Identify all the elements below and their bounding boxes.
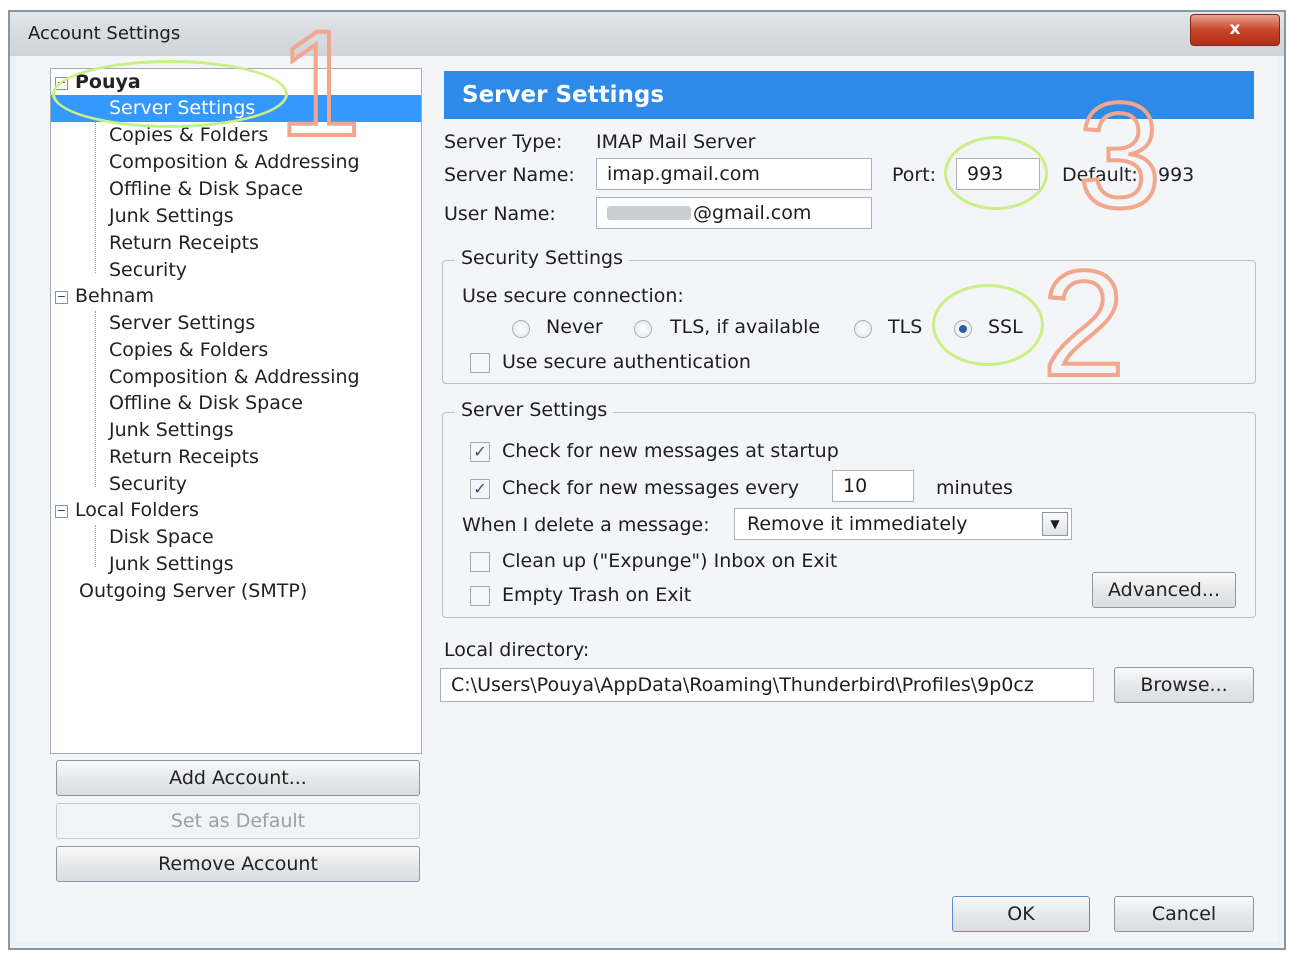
title-bar: Account Settings x (10, 12, 1284, 56)
port-label: Port: (892, 164, 937, 186)
user-name-domain: @gmail.com (693, 202, 812, 224)
tree-account-local-folders[interactable]: Local Folders (75, 497, 199, 524)
server-name-label: Server Name: (444, 164, 575, 186)
tree-item-behnam-receipts[interactable]: Return Receipts (109, 444, 259, 471)
secure-connection-label: Use secure connection: (462, 285, 684, 307)
highlight-circle-server-settings (52, 60, 288, 128)
radio-never-label[interactable]: Never (546, 316, 603, 338)
expander-local-folders-icon[interactable]: − (55, 505, 68, 518)
tree-guide-line (95, 311, 96, 487)
delete-message-label: When I delete a message: (462, 514, 710, 536)
delete-action-select[interactable]: Remove it immediately ▼ (734, 508, 1072, 540)
minutes-label: minutes (936, 477, 1013, 499)
delete-action-value: Remove it immediately (747, 513, 968, 535)
account-tree[interactable]: − Pouya Server Settings Copies & Folders… (50, 68, 422, 754)
radio-tls-if-available[interactable] (634, 320, 652, 338)
advanced-button[interactable]: Advanced... (1092, 572, 1236, 608)
expander-behnam-icon[interactable]: − (55, 291, 68, 304)
user-name-label: User Name: (444, 203, 556, 225)
close-button[interactable]: x (1190, 14, 1280, 46)
highlight-circle-ssl (932, 284, 1044, 366)
tree-item-behnam-server-settings[interactable]: Server Settings (109, 310, 255, 337)
tree-account-behnam[interactable]: Behnam (75, 283, 154, 310)
tree-item-pouya-security[interactable]: Security (109, 257, 187, 284)
expunge-label[interactable]: Clean up ("Expunge") Inbox on Exit (502, 550, 837, 572)
cancel-button[interactable]: Cancel (1114, 896, 1254, 932)
local-directory-label: Local directory: (444, 639, 590, 661)
default-port-value: 993 (1158, 164, 1195, 186)
secure-auth-checkbox[interactable] (470, 353, 490, 373)
empty-trash-checkbox[interactable] (470, 586, 490, 606)
tree-item-pouya-junk[interactable]: Junk Settings (109, 203, 234, 230)
user-name-blurred-part (607, 206, 691, 220)
local-directory-input[interactable]: C:\Users\Pouya\AppData\Roaming\Thunderbi… (440, 668, 1094, 702)
highlight-circle-port (944, 136, 1048, 210)
browse-button[interactable]: Browse... (1114, 667, 1254, 703)
secure-auth-label[interactable]: Use secure authentication (502, 351, 751, 373)
tree-item-behnam-junk[interactable]: Junk Settings (109, 417, 234, 444)
window-title: Account Settings (28, 23, 181, 44)
tree-item-pouya-offline[interactable]: Offline & Disk Space (109, 176, 303, 203)
expunge-checkbox[interactable] (470, 552, 490, 572)
tree-item-behnam-composition[interactable]: Composition & Addressing (109, 364, 360, 391)
check-every-label[interactable]: Check for new messages every (502, 477, 799, 499)
ok-button[interactable]: OK (952, 896, 1090, 932)
tree-item-behnam-copies-folders[interactable]: Copies & Folders (109, 337, 268, 364)
user-name-input[interactable]: @gmail.com (596, 197, 872, 229)
check-startup-checkbox[interactable]: ✓ (470, 442, 490, 462)
radio-tls-if-available-label[interactable]: TLS, if available (670, 316, 820, 338)
server-type-label: Server Type: (444, 131, 563, 153)
remove-account-button[interactable]: Remove Account (56, 846, 420, 882)
server-name-input[interactable]: imap.gmail.com (596, 158, 872, 190)
tree-item-outgoing-server[interactable]: Outgoing Server (SMTP) (79, 578, 307, 605)
check-startup-label[interactable]: Check for new messages at startup (502, 440, 839, 462)
radio-never[interactable] (512, 320, 530, 338)
server-type-value: IMAP Mail Server (596, 131, 756, 153)
empty-trash-label[interactable]: Empty Trash on Exit (502, 584, 691, 606)
check-every-checkbox[interactable]: ✓ (470, 479, 490, 499)
radio-tls[interactable] (854, 320, 872, 338)
tree-item-pouya-receipts[interactable]: Return Receipts (109, 230, 259, 257)
tree-item-local-disk-space[interactable]: Disk Space (109, 524, 214, 551)
annotation-number-2: 2 (1040, 239, 1127, 407)
annotation-number-3: 3 (1076, 71, 1163, 239)
tree-guide-line (95, 525, 96, 567)
server-options-legend: Server Settings (455, 399, 614, 421)
dropdown-arrow-icon[interactable]: ▼ (1042, 512, 1068, 536)
tree-guide-line (95, 97, 96, 273)
set-default-button: Set as Default (56, 803, 420, 839)
add-account-button[interactable]: Add Account... (56, 760, 420, 796)
security-settings-legend: Security Settings (455, 247, 629, 269)
tree-item-local-junk[interactable]: Junk Settings (109, 551, 234, 578)
annotation-number-1: 1 (276, 0, 363, 167)
tree-item-behnam-security[interactable]: Security (109, 471, 187, 498)
tree-item-behnam-offline[interactable]: Offline & Disk Space (109, 390, 303, 417)
radio-tls-label[interactable]: TLS (888, 316, 922, 338)
minutes-input[interactable]: 10 (832, 470, 914, 502)
